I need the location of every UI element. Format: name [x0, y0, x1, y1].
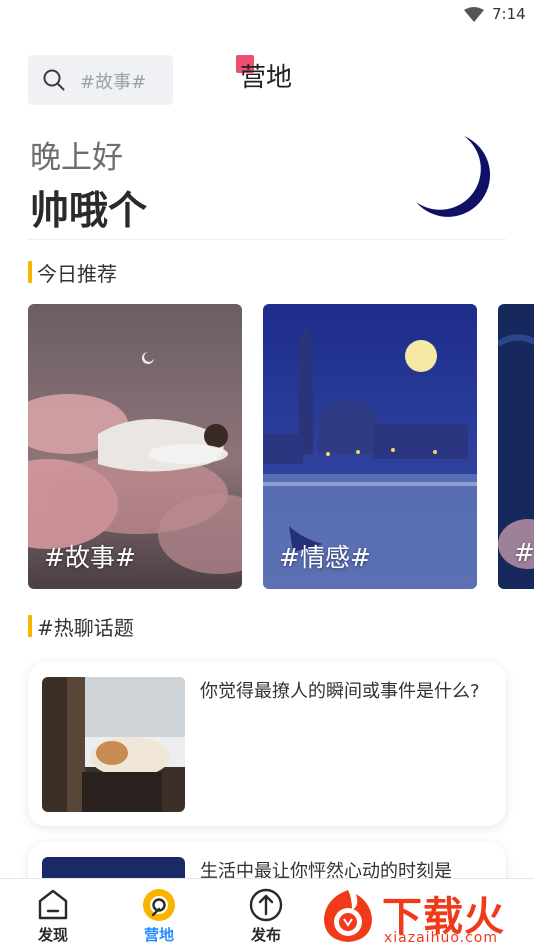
- section-accent-bar: [28, 261, 32, 283]
- divider: [28, 239, 506, 240]
- watermark-flame-icon: [324, 890, 372, 942]
- nav-item-publish[interactable]: 发布: [234, 887, 298, 947]
- moon-icon: [416, 136, 491, 217]
- card-tag: #故事#: [44, 543, 136, 572]
- search-input[interactable]: #故事#: [28, 55, 173, 105]
- page-title: 营地: [236, 55, 316, 95]
- card-tag: #情感#: [279, 543, 371, 572]
- watermark: 下载火 xiazaihuo.com: [314, 880, 534, 949]
- home-icon: [38, 889, 68, 920]
- recommend-card-partial[interactable]: #: [498, 304, 534, 589]
- nav-label: 发布: [250, 926, 281, 944]
- section-title-text: #热聊话题: [37, 616, 134, 640]
- page-title-text: 营地: [240, 63, 293, 93]
- topic-title: 你觉得最撩人的瞬间或事件是什么?: [200, 681, 480, 702]
- section-accent-bar: [28, 615, 32, 637]
- upload-icon: [249, 888, 283, 922]
- nav-label: 发现: [37, 926, 68, 944]
- search-placeholder: #故事#: [80, 72, 147, 93]
- nav-label: 营地: [143, 926, 174, 944]
- watermark-url: xiazaihuo.com: [384, 930, 498, 946]
- username: 帅哦个: [30, 189, 148, 234]
- topic-thumbnail-cat: [42, 677, 185, 812]
- nav-item-camp[interactable]: 营地: [127, 887, 191, 947]
- recommend-carousel[interactable]: #故事# #情感# #: [28, 304, 534, 589]
- card-tag: #: [514, 538, 534, 567]
- nav-item-discover[interactable]: 发现: [21, 887, 85, 947]
- recommend-card-story[interactable]: #故事#: [28, 304, 242, 589]
- topic-card[interactable]: 你觉得最撩人的瞬间或事件是什么?: [28, 662, 506, 826]
- wifi-icon: [464, 7, 484, 22]
- section-title-text: 今日推荐: [37, 262, 117, 286]
- status-bar: 7:14: [0, 0, 534, 30]
- camp-icon: [143, 889, 175, 921]
- recommend-card-emotion[interactable]: #情感#: [263, 304, 477, 589]
- status-time: 7:14: [492, 5, 526, 23]
- search-icon: [43, 69, 65, 91]
- greeting-text: 晚上好: [30, 140, 123, 176]
